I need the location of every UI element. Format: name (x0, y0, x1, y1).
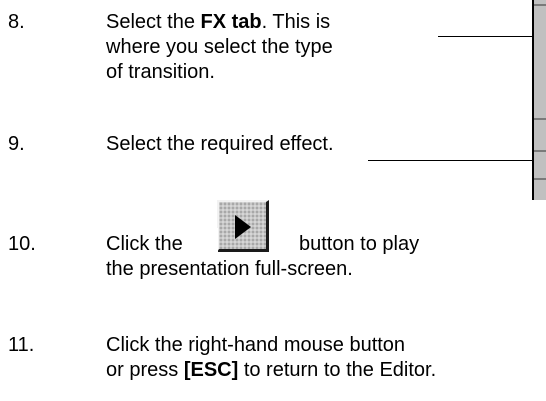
step-text: Select the required effect. (106, 133, 334, 155)
step-line: Click the right-hand mouse button (106, 334, 406, 356)
step-number: 11. (8, 334, 35, 356)
text-fragment: or press (106, 359, 184, 381)
play-button[interactable] (217, 200, 269, 252)
callout-line-effect (368, 160, 534, 161)
step-text-post: button to play (299, 233, 420, 255)
step-line: of transition. (106, 61, 215, 83)
dialog-edge-detail (534, 150, 546, 152)
text-fragment: to return to the Editor. (238, 359, 437, 381)
bold-term: [ESC] (183, 359, 239, 381)
step-text: Select the FX tab. This is where you sel… (106, 10, 333, 85)
step-line: or press [ESC] to return to the Editor. (106, 358, 436, 383)
bold-term: FX tab (200, 11, 262, 33)
dialog-edge-detail (534, 178, 546, 180)
callout-line-fx-tab (438, 36, 534, 37)
step-text-pre: Click the (106, 233, 183, 255)
step-text: Click the right-hand mouse button or pre… (106, 333, 436, 383)
text-gap (210, 228, 218, 254)
step-line: Select the FX tab. This is (106, 10, 333, 35)
dialog-edge (532, 0, 546, 200)
text-fragment: Select the (106, 11, 201, 33)
step-line: where you select the type (106, 36, 333, 58)
dialog-edge-detail (534, 4, 546, 6)
step-number: 10. (8, 233, 36, 255)
step-number: 9. (8, 133, 25, 155)
step-number: 8. (8, 11, 25, 33)
text-fragment: . This is (261, 11, 331, 33)
play-triangle-icon (235, 215, 251, 239)
dialog-edge-detail (534, 118, 546, 120)
step-line: the presentation full-screen. (106, 258, 353, 280)
